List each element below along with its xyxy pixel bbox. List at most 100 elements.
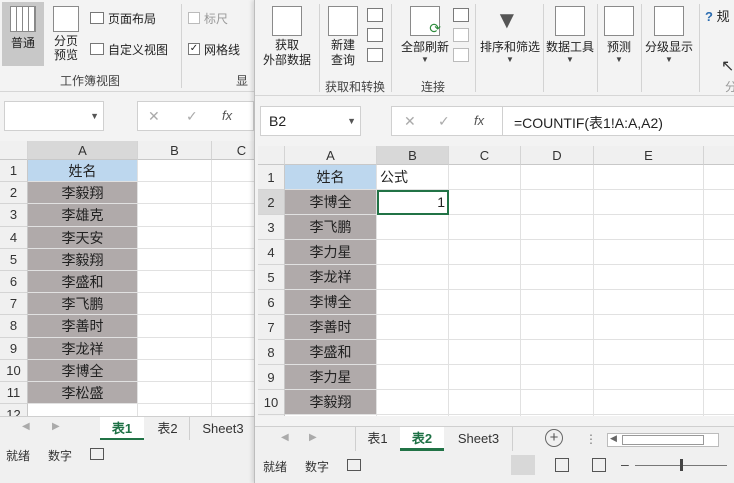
sheet-cell[interactable] bbox=[138, 293, 212, 316]
sheet-cell[interactable] bbox=[521, 340, 594, 365]
from-table-icon[interactable] bbox=[367, 28, 383, 42]
sheet-cell[interactable] bbox=[138, 182, 212, 205]
sheet-cell[interactable] bbox=[212, 360, 254, 382]
rules-button[interactable]: ? 规 bbox=[705, 6, 730, 25]
right-sheet-grid[interactable]: A B C D E 1 姓名 公式 2 李博全 1 3 李飞鹏 4 李力星 5 李龙祥 6 李博全 7 李善时… bbox=[258, 146, 734, 416]
more-tabs-icon[interactable]: ⋮ bbox=[585, 432, 597, 446]
zoom-out-icon[interactable]: – bbox=[621, 456, 629, 472]
name-box[interactable]: B2 ▼ bbox=[260, 106, 361, 136]
row-header[interactable]: 6 bbox=[258, 290, 285, 315]
sheet-cell[interactable] bbox=[704, 315, 734, 340]
select-all-corner[interactable] bbox=[258, 146, 285, 165]
sheet-cell[interactable] bbox=[594, 315, 704, 340]
sheet-cell[interactable] bbox=[594, 340, 704, 365]
sheet-cell[interactable] bbox=[212, 249, 254, 271]
sheet-cell[interactable] bbox=[212, 182, 254, 205]
tab-sheet2[interactable]: 表2 bbox=[146, 417, 190, 441]
name-box[interactable]: ▼ bbox=[4, 101, 104, 131]
sheet-cell[interactable] bbox=[138, 337, 212, 360]
new-query-button[interactable]: 新建 查询 bbox=[323, 6, 363, 68]
name-cell[interactable]: 李毅翔 bbox=[28, 182, 138, 205]
custom-views-button[interactable]: 自定义视图 bbox=[90, 38, 168, 60]
horizontal-scrollbar[interactable]: ◀ bbox=[607, 433, 719, 447]
edit-links-icon[interactable] bbox=[453, 48, 469, 62]
name-cell[interactable]: 李松盛 bbox=[28, 382, 138, 405]
cancel-icon[interactable]: ✕ bbox=[404, 113, 416, 130]
name-cell[interactable]: 李博全 bbox=[285, 290, 377, 315]
row-header[interactable]: 3 bbox=[0, 204, 28, 227]
macro-record-icon[interactable] bbox=[90, 448, 104, 460]
column-header-c[interactable]: C bbox=[212, 141, 254, 160]
sheet-cell[interactable] bbox=[138, 404, 212, 416]
sheet-cell[interactable] bbox=[138, 204, 212, 227]
formula-result-cell[interactable]: 1 bbox=[377, 190, 449, 215]
enter-icon[interactable]: ✓ bbox=[438, 113, 450, 130]
sheet-cell[interactable] bbox=[704, 365, 734, 390]
sheet-cell[interactable] bbox=[704, 340, 734, 365]
sheet-cell[interactable] bbox=[212, 293, 254, 316]
sheet-cell[interactable] bbox=[521, 315, 594, 340]
sheet-cell[interactable] bbox=[449, 390, 521, 415]
sheet-cell[interactable] bbox=[449, 365, 521, 390]
sheet-cell[interactable] bbox=[28, 404, 138, 416]
insert-function-icon[interactable]: fx bbox=[474, 113, 484, 128]
row-header[interactable]: 9 bbox=[258, 365, 285, 390]
row-header[interactable]: 8 bbox=[0, 315, 28, 338]
sheet-cell[interactable] bbox=[377, 390, 449, 415]
tab-sheet3[interactable]: Sheet3 bbox=[192, 417, 254, 441]
page-break-preview-button[interactable]: 分页 预览 bbox=[48, 2, 84, 66]
name-cell[interactable]: 李毅翔 bbox=[285, 390, 377, 415]
sheet-cell[interactable] bbox=[704, 190, 734, 215]
name-cell[interactable]: 李善时 bbox=[285, 315, 377, 340]
data-tools-button[interactable]: 数据工具 ▼ bbox=[545, 6, 595, 64]
sheet-cell[interactable] bbox=[594, 390, 704, 415]
row-header[interactable]: 3 bbox=[258, 215, 285, 240]
tab-sheet3[interactable]: Sheet3 bbox=[445, 427, 513, 451]
row-header[interactable]: 12 bbox=[0, 404, 28, 416]
macro-record-icon[interactable] bbox=[347, 459, 361, 471]
column-header-e[interactable]: E bbox=[594, 146, 704, 165]
row-header[interactable]: 2 bbox=[258, 190, 285, 215]
row-header[interactable]: 4 bbox=[258, 240, 285, 265]
select-all-corner[interactable] bbox=[0, 141, 28, 160]
sheet-cell[interactable] bbox=[212, 382, 254, 405]
sheet-cell[interactable] bbox=[138, 382, 212, 405]
sheet-cell[interactable] bbox=[138, 226, 212, 249]
zoom-slider-thumb[interactable] bbox=[680, 459, 683, 471]
sheet-cell[interactable] bbox=[449, 315, 521, 340]
sheet-cell[interactable] bbox=[704, 290, 734, 315]
sheet-cell[interactable] bbox=[212, 227, 254, 249]
column-header-b[interactable]: B bbox=[377, 146, 449, 165]
sheet-cell[interactable] bbox=[377, 340, 449, 365]
normal-view-status-icon[interactable] bbox=[511, 455, 535, 475]
sheet-cell[interactable] bbox=[377, 365, 449, 390]
cancel-icon[interactable]: ✕ bbox=[148, 108, 160, 125]
sheet-cell[interactable] bbox=[594, 240, 704, 265]
sheet-cell[interactable] bbox=[212, 271, 254, 294]
name-cell[interactable]: 李博全 bbox=[28, 359, 138, 382]
sheet-cell[interactable] bbox=[212, 338, 254, 360]
row-header[interactable]: 7 bbox=[0, 293, 28, 316]
sheet-cell[interactable] bbox=[449, 340, 521, 365]
sheet-cell[interactable] bbox=[521, 390, 594, 415]
header-cell[interactable]: 姓名 bbox=[285, 165, 377, 190]
scrollbar-thumb[interactable] bbox=[622, 435, 704, 445]
column-header-d[interactable]: D bbox=[521, 146, 594, 165]
sheet-cell[interactable] bbox=[594, 265, 704, 290]
name-cell[interactable]: 李龙祥 bbox=[28, 337, 138, 360]
sheet-cell[interactable] bbox=[138, 359, 212, 382]
sheet-cell[interactable] bbox=[449, 215, 521, 240]
outline-button[interactable]: 分级显示 ▼ bbox=[643, 6, 695, 64]
sheet-cell[interactable] bbox=[377, 415, 449, 416]
tab-scroll-right-icon[interactable]: ▶ bbox=[52, 421, 60, 432]
sheet-cell[interactable] bbox=[377, 290, 449, 315]
name-cell[interactable]: 李善时 bbox=[28, 315, 138, 338]
sheet-cell[interactable] bbox=[521, 290, 594, 315]
sheet-cell[interactable] bbox=[521, 415, 594, 416]
name-cell[interactable]: 李力星 bbox=[285, 240, 377, 265]
tab-scroll-left-icon[interactable]: ◀ bbox=[281, 432, 289, 443]
row-header[interactable]: 11 bbox=[0, 382, 28, 405]
recent-sources-icon[interactable] bbox=[367, 48, 383, 62]
show-queries-icon[interactable] bbox=[367, 8, 383, 22]
row-header[interactable]: 11 bbox=[258, 415, 285, 416]
